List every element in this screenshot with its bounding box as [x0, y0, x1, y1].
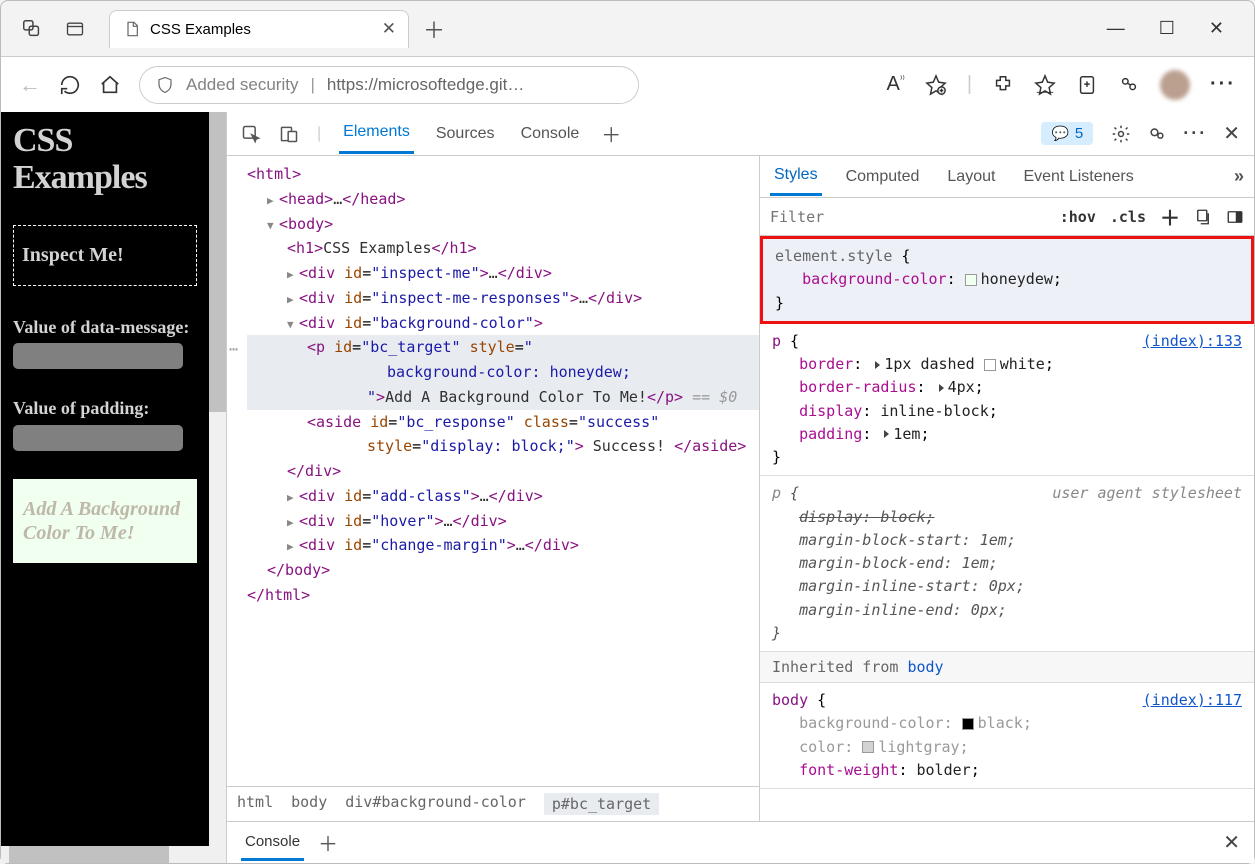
cls-toggle[interactable]: .cls — [1110, 208, 1146, 226]
crumb-html[interactable]: html — [237, 793, 273, 815]
new-tab-button[interactable]: ＋ — [423, 13, 445, 45]
security-label: Added security — [186, 75, 298, 95]
label-data-message: Value of data-message: — [13, 316, 197, 339]
new-rule-button[interactable]: ＋ — [1160, 202, 1180, 231]
tab-event-listeners[interactable]: Event Listeners — [1019, 159, 1137, 195]
toggle-common-icon[interactable] — [1226, 208, 1244, 226]
maximize-button[interactable]: ☐ — [1159, 18, 1175, 39]
issues-badge[interactable]: 5 — [1041, 122, 1093, 145]
profile-avatar[interactable] — [1160, 70, 1190, 100]
data-message-value — [13, 343, 183, 369]
collections-icon[interactable] — [1076, 74, 1098, 96]
padding-value — [13, 425, 183, 451]
address-bar[interactable]: Added security | https://microsoftedge.g… — [139, 66, 639, 104]
more-tools-icon[interactable]: ··· — [1183, 123, 1207, 144]
settings-icon[interactable] — [1111, 124, 1131, 144]
dom-tree[interactable]: <html> <head>…</head> <body> <h1>CSS Exa… — [227, 156, 759, 786]
tab-title: CSS Examples — [150, 21, 251, 38]
home-button[interactable] — [99, 74, 121, 96]
elements-pane: <html> <head>…</head> <body> <h1>CSS Exa… — [227, 156, 759, 821]
more-tabs-icon[interactable]: » — [1234, 166, 1244, 187]
bg-color-card[interactable]: Add A Background Color To Me! — [13, 479, 197, 563]
feedback-icon[interactable] — [1147, 124, 1167, 144]
styles-tabbar: Styles Computed Layout Event Listeners » — [760, 156, 1254, 198]
window-tab-strip: CSS Examples ✕ ＋ ― ☐ ✕ — [1, 1, 1254, 56]
crumb-div[interactable]: div#background-color — [345, 793, 526, 815]
favorite-icon[interactable] — [925, 74, 947, 96]
scrollbar-horizontal[interactable] — [1, 846, 209, 863]
breadcrumb: html body div#background-color p#bc_targ… — [227, 786, 759, 821]
selected-dom-node[interactable]: ⋯ <p id="bc_target" style=" background-c… — [247, 335, 759, 409]
console-drawer: Console ＋ ✕ — [227, 821, 1254, 863]
inspect-me-box[interactable]: Inspect Me! — [13, 225, 197, 286]
devtools-panel: | Elements Sources Console ＋ 5 ··· ✕ <ht… — [226, 112, 1254, 863]
source-link[interactable]: (index):133 — [1143, 330, 1242, 353]
page-heading: CSS Examples — [13, 122, 197, 197]
tab-styles[interactable]: Styles — [770, 157, 822, 196]
source-link[interactable]: (index):117 — [1143, 689, 1242, 712]
favorites-icon[interactable] — [1034, 74, 1056, 96]
tab-computed[interactable]: Computed — [842, 159, 924, 195]
settings-menu-icon[interactable]: ··· — [1210, 73, 1236, 96]
crumb-body[interactable]: body — [291, 793, 327, 815]
add-drawer-tab[interactable]: ＋ — [318, 828, 338, 857]
hov-toggle[interactable]: :hov — [1060, 208, 1096, 226]
css-rule-p[interactable]: (index):133 p { border: 1px dashed white… — [760, 324, 1254, 477]
device-toolbar-icon[interactable] — [279, 124, 299, 144]
console-drawer-tab[interactable]: Console — [241, 825, 304, 861]
page-icon — [124, 21, 140, 37]
back-button: ← — [19, 72, 41, 98]
scrollbar-vertical[interactable] — [209, 112, 226, 863]
workspaces-icon[interactable] — [21, 18, 43, 40]
inspect-element-icon[interactable] — [241, 124, 261, 144]
styles-filter-input[interactable] — [770, 208, 1046, 226]
devtools-tabbar: | Elements Sources Console ＋ 5 ··· ✕ — [227, 112, 1254, 156]
close-devtools-icon[interactable]: ✕ — [1223, 121, 1240, 146]
element-style-rule[interactable]: element.style { background-color: honeyd… — [760, 236, 1254, 324]
tab-elements[interactable]: Elements — [339, 113, 414, 154]
profile-sync-icon[interactable] — [1118, 74, 1140, 96]
tab-actions-icon[interactable] — [65, 19, 85, 39]
inherited-from-header: Inherited from body — [760, 652, 1254, 683]
close-window-button[interactable]: ✕ — [1209, 18, 1224, 39]
shield-icon — [156, 76, 174, 94]
refresh-button[interactable] — [59, 74, 81, 96]
tab-console[interactable]: Console — [517, 115, 584, 153]
styles-filter-row: :hov .cls ＋ — [760, 198, 1254, 236]
css-rule-body[interactable]: (index):117 body { background-color: bla… — [760, 683, 1254, 789]
browser-tab[interactable]: CSS Examples ✕ — [109, 10, 409, 48]
tab-layout[interactable]: Layout — [943, 159, 999, 195]
close-drawer-icon[interactable]: ✕ — [1223, 830, 1240, 855]
read-aloud-icon[interactable]: A⁾⁾ — [887, 73, 905, 96]
ua-rule-p: user agent stylesheet p { display: block… — [760, 476, 1254, 652]
crumb-p[interactable]: p#bc_target — [544, 793, 659, 815]
extensions-icon[interactable] — [992, 74, 1014, 96]
tab-sources[interactable]: Sources — [432, 115, 499, 153]
url-text: https://microsoftedge.git… — [327, 75, 524, 95]
page-preview: CSS Examples Inspect Me! Value of data-m… — [1, 112, 226, 863]
minimize-button[interactable]: ― — [1107, 18, 1125, 39]
copy-styles-icon[interactable] — [1194, 208, 1212, 226]
address-toolbar: ← Added security | https://microsoftedge… — [1, 56, 1254, 112]
styles-pane: Styles Computed Layout Event Listeners »… — [759, 156, 1254, 821]
add-tab-button[interactable]: ＋ — [601, 119, 621, 148]
label-padding: Value of padding: — [13, 397, 197, 420]
close-tab-icon[interactable]: ✕ — [382, 19, 396, 39]
